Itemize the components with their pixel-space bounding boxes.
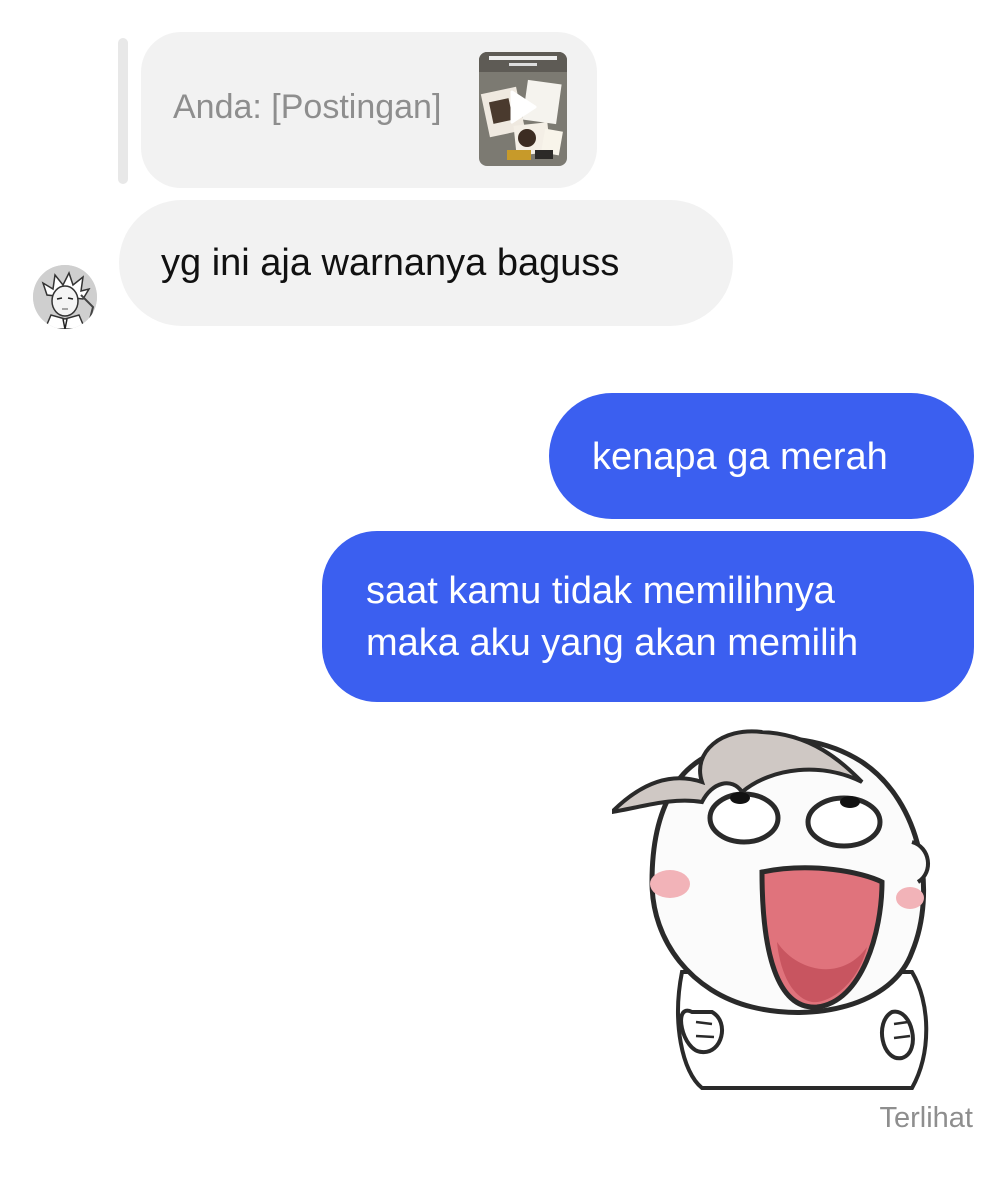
reply-preview-text: Anda: [Postingan] bbox=[173, 88, 442, 126]
incoming-message-text: yg ini aja warnanya baguss bbox=[161, 242, 620, 284]
post-thumbnail[interactable] bbox=[479, 52, 567, 166]
seen-status: Terlihat bbox=[879, 1102, 974, 1134]
incoming-message-bubble[interactable]: yg ini aja warnanya baguss bbox=[119, 200, 733, 326]
replied-post-preview[interactable]: Anda: [Postingan] bbox=[141, 32, 597, 188]
message-line: saat kamu tidak memilihnya bbox=[366, 570, 835, 612]
chat-thread: Anda: [Postingan] yg ini aja warnanya ba… bbox=[0, 0, 1007, 1200]
laughing-cartoon-sticker[interactable] bbox=[612, 722, 942, 1092]
message-line: maka aku yang akan memilih bbox=[366, 622, 859, 664]
outgoing-message-text: saat kamu tidak memilihnya maka aku yang… bbox=[366, 565, 858, 669]
avatar-image bbox=[33, 265, 97, 329]
play-icon[interactable] bbox=[509, 90, 537, 124]
outgoing-message-bubble[interactable]: saat kamu tidak memilihnya maka aku yang… bbox=[322, 531, 974, 702]
reply-indicator-bar bbox=[118, 38, 128, 184]
message-line: kenapa ga merah bbox=[592, 436, 888, 478]
outgoing-message-bubble[interactable]: kenapa ga merah bbox=[549, 393, 974, 519]
sender-avatar[interactable] bbox=[33, 265, 97, 329]
outgoing-message-text: kenapa ga merah bbox=[592, 431, 888, 483]
